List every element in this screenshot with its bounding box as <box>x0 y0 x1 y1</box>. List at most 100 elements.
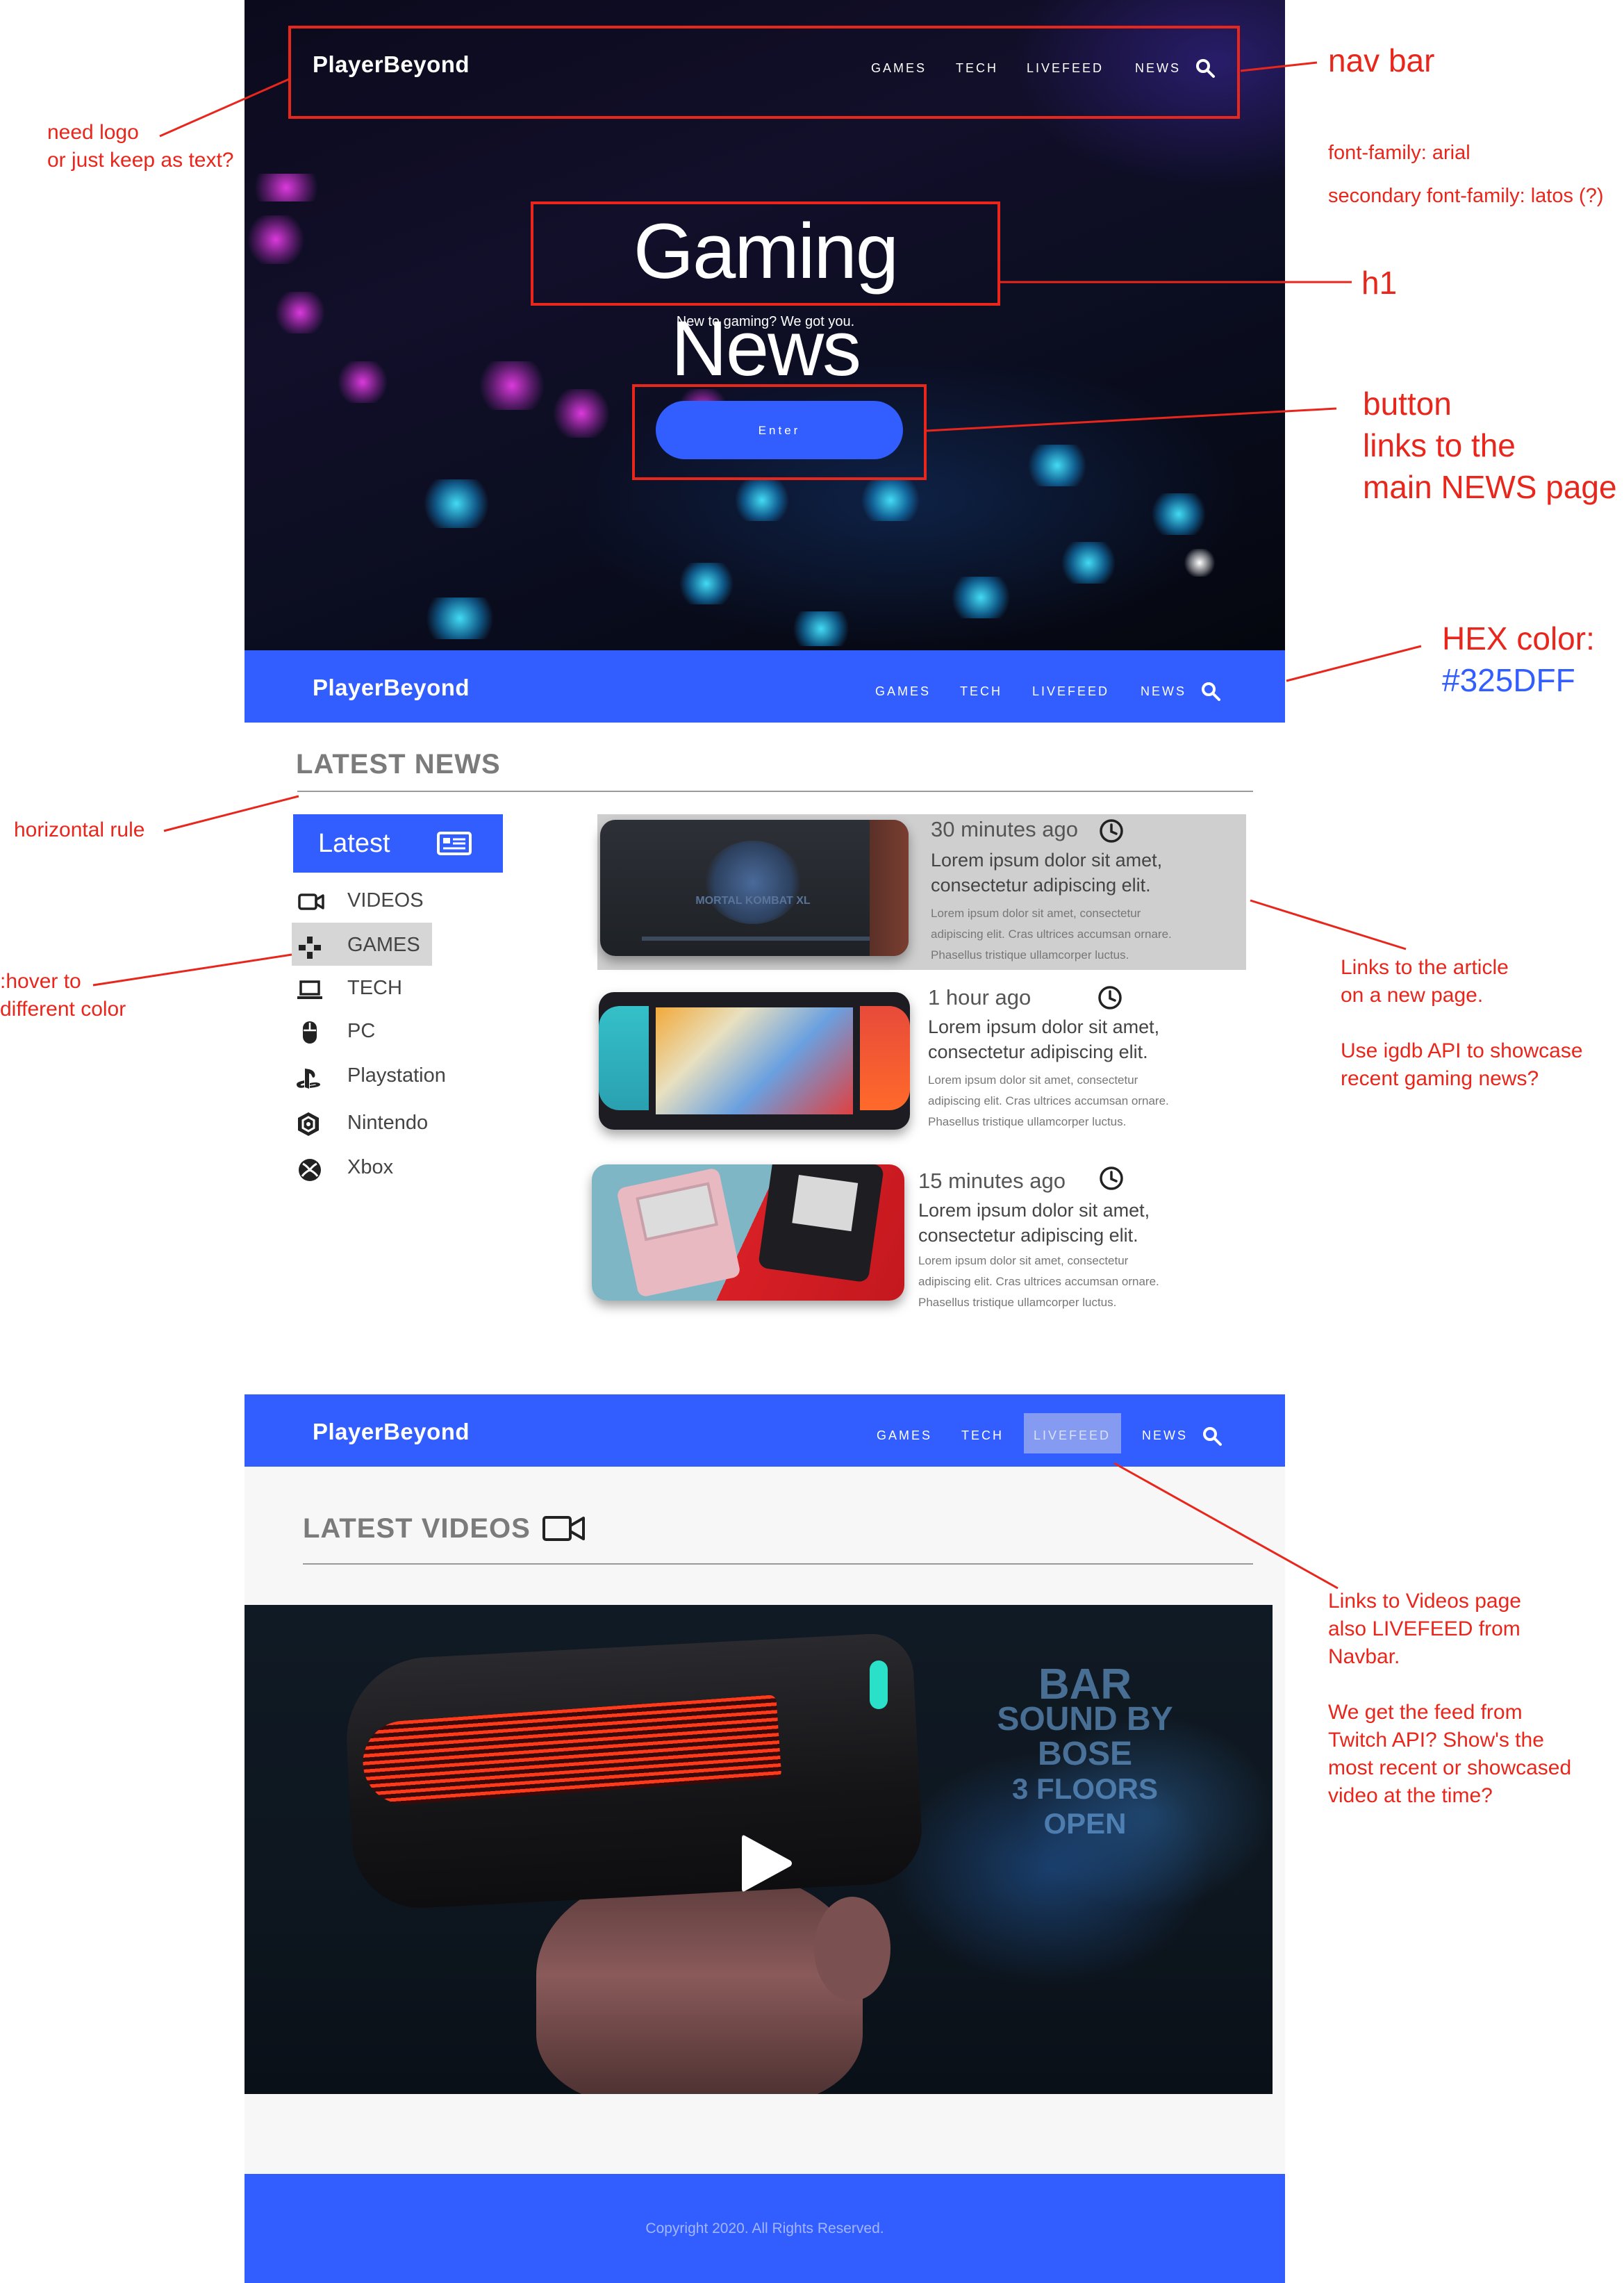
newspaper-icon <box>437 832 472 855</box>
nintendo-icon <box>298 1112 319 1136</box>
nav-link-games[interactable]: GAMES <box>877 1428 932 1443</box>
annotation-videos: We get the feed from <box>1328 1701 1523 1724</box>
annotation-links: Use igdb API to showcase <box>1341 1039 1583 1062</box>
article-time: 1 hour ago <box>928 985 1031 1009</box>
article-thumbnail[interactable]: MORTAL KOMBAT XL <box>600 820 909 956</box>
mouse-icon <box>303 1021 317 1044</box>
search-icon[interactable] <box>1202 1426 1223 1447</box>
annotation-button: main NEWS page <box>1363 469 1617 505</box>
xbox-icon <box>299 1159 321 1181</box>
nav-link-livefeed[interactable]: LIVEFEED <box>1034 1428 1111 1443</box>
category-pc[interactable]: PC <box>347 1020 375 1043</box>
annotation-logo: or just keep as text? <box>47 149 234 172</box>
play-icon[interactable] <box>736 1830 795 1897</box>
joycon-right <box>860 1006 910 1110</box>
section-title-news: LATEST NEWS <box>296 749 501 780</box>
article-headline[interactable]: Lorem ipsum dolor sit amet, <box>918 1198 1150 1223</box>
keyboard-glow <box>418 597 502 639</box>
footer-copyright: Copyright 2020. All Rights Reserved. <box>645 2220 884 2236</box>
person-ear <box>814 1897 890 2001</box>
ds-pink <box>616 1167 741 1298</box>
category-videos[interactable]: VIDEOS <box>347 889 424 912</box>
keyboard-glow <box>731 479 793 521</box>
annotation-font: secondary font-family: latos (?) <box>1328 185 1604 207</box>
person-face <box>536 1869 863 2094</box>
article-headline[interactable]: consectetur adipiscing elit. <box>918 1223 1138 1248</box>
category-xbox[interactable]: Xbox <box>347 1156 393 1179</box>
keyboard-glow <box>675 563 738 604</box>
joycon-left <box>599 1006 649 1110</box>
category-tech[interactable]: TECH <box>347 977 402 1000</box>
keyboard-glow <box>1022 445 1092 486</box>
nav-link-news[interactable]: NEWS <box>1141 684 1186 699</box>
annotation-videos: Navbar. <box>1328 1645 1400 1668</box>
annotation-hex-value: #325DFF <box>1442 662 1575 698</box>
nav-link-livefeed[interactable]: LIVEFEED <box>1032 684 1109 699</box>
article-excerpt: Phasellus tristique ullamcorper luctus. <box>928 1115 1127 1128</box>
section-title-videos: LATEST VIDEOS <box>303 1513 531 1544</box>
laptop-icon <box>297 980 322 999</box>
search-icon[interactable] <box>1200 681 1221 702</box>
article-thumbnail[interactable] <box>599 992 910 1130</box>
video-camera-icon <box>542 1516 585 1541</box>
article-excerpt: Phasellus tristique ullamcorper luctus. <box>918 1296 1117 1309</box>
nav-link-news[interactable]: NEWS <box>1142 1428 1188 1443</box>
article-excerpt: adipiscing elit. Cras ultrices accumsan … <box>931 928 1172 941</box>
clock-icon <box>1100 819 1123 843</box>
clock-icon <box>1098 986 1122 1009</box>
article-thumbnail[interactable] <box>592 1164 904 1301</box>
video-camera-icon <box>298 893 324 910</box>
article-excerpt: adipiscing elit. Cras ultrices accumsan … <box>918 1275 1159 1288</box>
vr-light <box>870 1660 888 1709</box>
annotation-hover: different color <box>0 998 126 1021</box>
keyboard-glow <box>272 292 328 333</box>
article-excerpt: Lorem ipsum dolor sit amet, consectetur <box>928 1073 1138 1087</box>
article-excerpt: Phasellus tristique ullamcorper luctus. <box>931 948 1129 962</box>
annotation-videos: Links to Videos page <box>1328 1590 1521 1613</box>
article-excerpt: adipiscing elit. Cras ultrices accumsan … <box>928 1094 1169 1107</box>
thumbnail-bar <box>642 937 871 941</box>
keyboard-glow <box>1057 542 1120 584</box>
keyboard-glow <box>1182 549 1217 577</box>
horizontal-rule <box>303 1563 1253 1565</box>
keyboard-glow <box>856 479 925 521</box>
annotation-videos: video at the time? <box>1328 1784 1493 1807</box>
annotation-videos: most recent or showcased <box>1328 1756 1572 1779</box>
article-headline[interactable]: Lorem ipsum dolor sit amet, <box>931 848 1162 873</box>
thumbnail-wall <box>870 820 909 956</box>
keyboard-glow <box>245 174 328 201</box>
brand-logo[interactable]: PlayerBeyond <box>313 1419 470 1445</box>
article-headline[interactable]: consectetur adipiscing elit. <box>928 1039 1148 1064</box>
category-games[interactable]: GAMES <box>347 934 420 957</box>
article-time: 30 minutes ago <box>931 817 1078 841</box>
nav-link-games[interactable]: GAMES <box>875 684 931 699</box>
nav-link-tech[interactable]: TECH <box>961 1428 1004 1443</box>
annotation-logo: need logo <box>47 121 139 144</box>
category-nintendo[interactable]: Nintendo <box>347 1112 428 1135</box>
tab-latest-label: Latest <box>318 829 390 858</box>
horizontal-rule <box>297 791 1253 792</box>
mortal-kombat-logo <box>704 841 802 924</box>
hero-title: Gaming News <box>633 208 899 392</box>
playstation-icon <box>297 1069 320 1089</box>
keyboard-glow <box>786 611 856 646</box>
keyboard-glow <box>946 577 1016 618</box>
category-playstation[interactable]: Playstation <box>347 1064 446 1087</box>
hero-subtitle: New to gaming? We got you. <box>676 314 855 329</box>
annotation-links: on a new page. <box>1341 984 1484 1007</box>
article-headline[interactable]: Lorem ipsum dolor sit amet, <box>928 1014 1159 1039</box>
article-excerpt: Lorem ipsum dolor sit amet, consectetur <box>918 1254 1129 1267</box>
brand-logo[interactable]: PlayerBeyond <box>313 675 470 701</box>
article-excerpt: Lorem ipsum dolor sit amet, consectetur <box>931 907 1141 920</box>
neon-sign: BAR SOUND BY BOSE 3 FLOORS OPEN <box>997 1660 1173 1840</box>
thumbnail-label: MORTAL KOMBAT XL <box>695 895 811 907</box>
game-screen <box>656 1007 853 1114</box>
clock-icon <box>1100 1167 1123 1190</box>
keyboard-glow <box>1147 493 1210 535</box>
nav-link-tech[interactable]: TECH <box>960 684 1002 699</box>
annotation-button: button <box>1363 386 1452 422</box>
article-headline[interactable]: consectetur adipiscing elit. <box>931 873 1151 898</box>
enter-button[interactable]: Enter <box>656 401 903 459</box>
annotation-button: links to the <box>1363 427 1516 463</box>
annotation-hex: HEX color: <box>1442 620 1595 657</box>
